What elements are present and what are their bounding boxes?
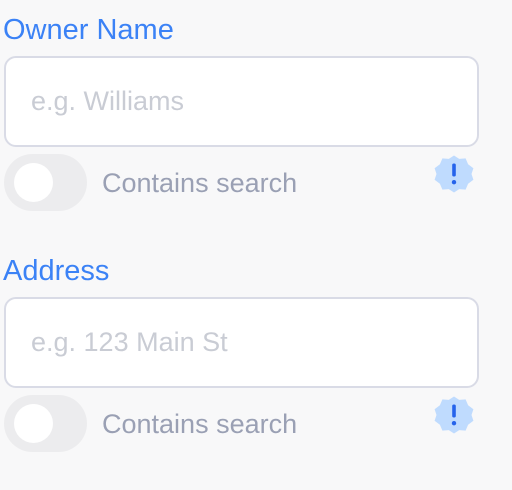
address-toggle-label: Contains search (102, 409, 298, 439)
exclamation-badge-icon[interactable] (434, 154, 474, 194)
address-contains-toggle[interactable] (4, 395, 87, 452)
toggle-knob (14, 163, 53, 202)
owner-name-field-group: Owner Name Contains search (3, 12, 479, 215)
exclamation-badge-icon[interactable] (434, 395, 474, 435)
owner-name-options: Contains search (4, 153, 479, 215)
search-form: Owner Name Contains search Address Conta… (0, 0, 512, 490)
owner-name-input[interactable] (4, 56, 479, 147)
address-options: Contains search (4, 394, 479, 456)
owner-name-label: Owner Name (3, 14, 174, 46)
toggle-knob (14, 404, 53, 443)
address-input[interactable] (4, 297, 479, 388)
address-label: Address (3, 255, 110, 287)
owner-name-toggle-label: Contains search (102, 168, 298, 198)
address-field-group: Address Contains search (3, 253, 479, 456)
owner-name-contains-toggle[interactable] (4, 154, 87, 211)
